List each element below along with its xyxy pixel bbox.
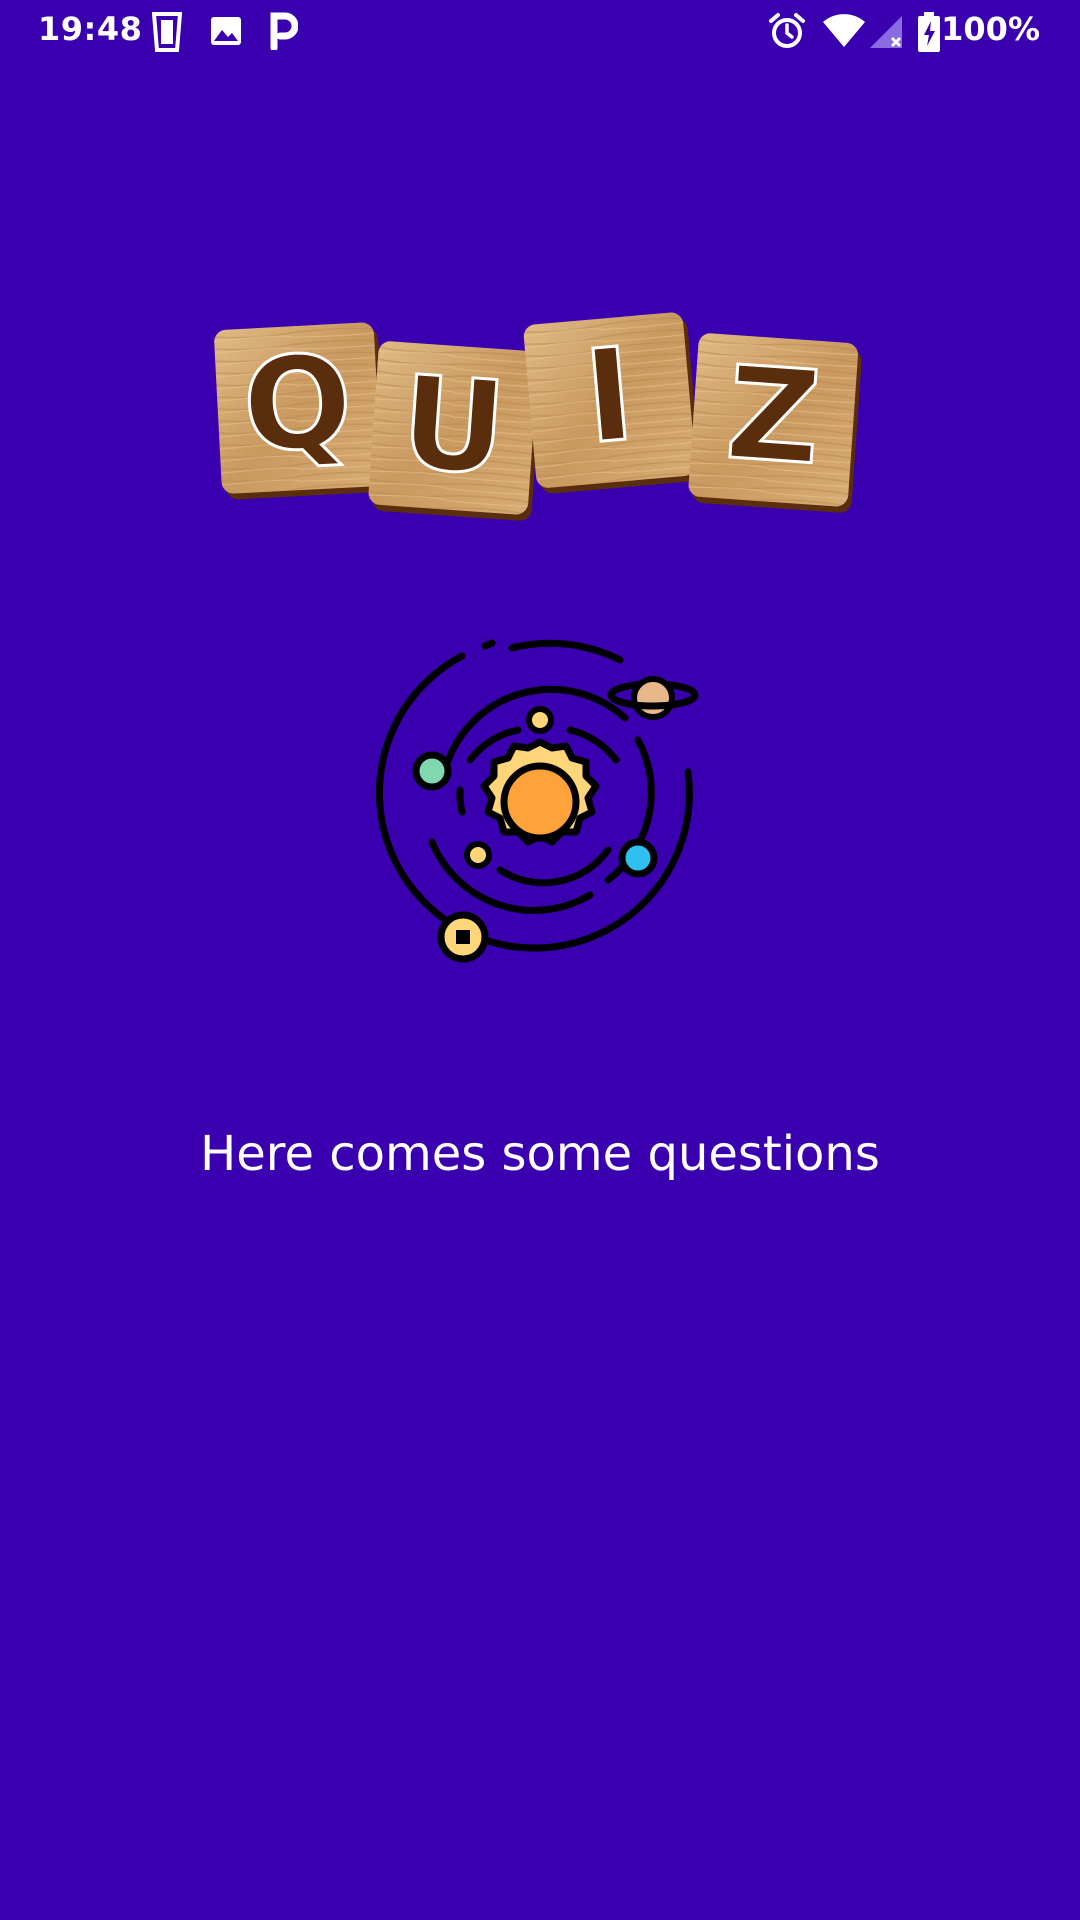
tagline-text: Here comes some questions	[200, 1126, 880, 1182]
planet-green	[412, 751, 452, 791]
planet-top-small	[526, 706, 554, 734]
planet-small-left	[464, 841, 492, 869]
solar-system-icon	[375, 639, 699, 963]
planet-blue	[618, 838, 658, 878]
planet-yellow-bottom	[437, 911, 489, 963]
ringed-planet-icon	[607, 676, 699, 720]
sun-icon	[480, 738, 600, 846]
